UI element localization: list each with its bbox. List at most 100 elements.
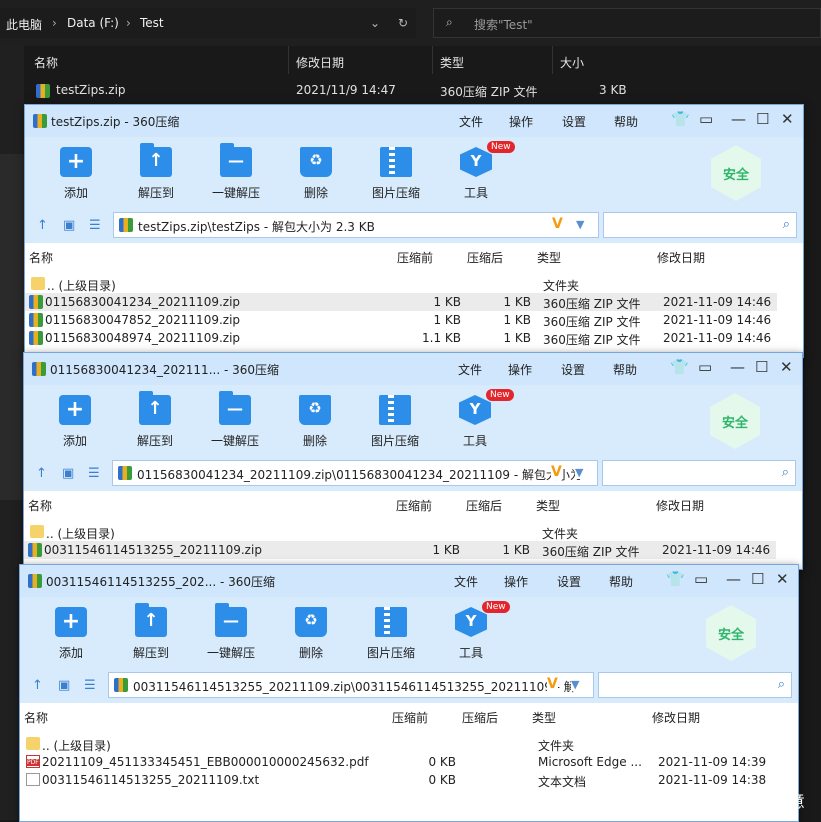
list-view-icon[interactable]: ☰ — [89, 218, 101, 233]
safe-shield-icon[interactable]: 安全 — [706, 605, 756, 661]
menu-file[interactable]: 文件 — [454, 573, 478, 590]
thumbnail-view-icon[interactable]: ▣ — [63, 218, 75, 233]
list-item[interactable]: .. (上级目录) 文件夹 — [25, 275, 803, 293]
col-date[interactable]: 修改日期 — [296, 54, 344, 71]
minimize-icon[interactable]: — — [731, 110, 746, 128]
col-after[interactable]: 压缩后 — [462, 709, 498, 726]
col-type[interactable]: 类型 — [440, 54, 464, 71]
col-before[interactable]: 压缩前 — [392, 709, 428, 726]
address-field[interactable]: 00311546114513255_20211109.zip\003115461… — [108, 672, 594, 698]
extract-to-button[interactable]: 解压到 — [116, 603, 186, 661]
skin-icon[interactable]: 👕 — [666, 570, 685, 588]
breadcrumb[interactable]: 此电脑 › Data (F:) › Test ⌄ ↻ — [0, 8, 416, 38]
tools-button[interactable]: New工具 — [440, 389, 514, 449]
col-after[interactable]: 压缩后 — [467, 249, 503, 266]
image-compress-button[interactable]: 图片压缩 — [356, 607, 426, 661]
col-after[interactable]: 压缩后 — [466, 497, 502, 514]
col-type[interactable]: 类型 — [536, 497, 560, 514]
list-item[interactable]: 01156830048974_20211109.zip 1.1 KB 1 KB … — [25, 329, 803, 347]
menu-operation[interactable]: 操作 — [504, 573, 528, 590]
col-name[interactable]: 名称 — [34, 54, 58, 71]
maximize-icon[interactable]: ☐ — [756, 110, 769, 128]
breadcrumb-folder[interactable]: Test — [140, 16, 164, 30]
feedback-icon[interactable]: ▭ — [698, 358, 712, 376]
col-type[interactable]: 类型 — [537, 249, 561, 266]
maximize-icon[interactable]: ☐ — [755, 358, 768, 376]
tools-button[interactable]: New工具 — [441, 141, 515, 201]
one-click-extract-button[interactable]: 一键解压 — [196, 603, 266, 661]
delete-button[interactable]: 删除 — [280, 395, 350, 449]
extract-to-button[interactable]: 解压到 — [120, 391, 190, 449]
explorer-file-row[interactable]: testZips.zip 2021/11/9 14:47 360压缩 ZIP 文… — [24, 78, 821, 104]
list-item[interactable]: 01156830047852_20211109.zip 1 KB 1 KB 36… — [25, 311, 803, 329]
up-arrow-icon[interactable]: ↑ — [37, 218, 48, 233]
col-before[interactable]: 压缩前 — [397, 249, 433, 266]
col-name[interactable]: 名称 — [24, 709, 48, 726]
list-item[interactable]: 00311546114513255_20211109.txt 0 KB 文本文档… — [20, 771, 798, 789]
thumbnail-view-icon[interactable]: ▣ — [58, 678, 70, 693]
close-icon[interactable]: ✕ — [780, 358, 793, 376]
col-name[interactable]: 名称 — [29, 249, 53, 266]
v-logo-icon[interactable]: V — [551, 464, 562, 480]
chevron-down-icon[interactable]: ⌄ — [370, 16, 380, 30]
dropdown-arrow-icon[interactable]: ▼ — [571, 678, 580, 691]
thumbnail-view-icon[interactable]: ▣ — [62, 466, 74, 481]
archive-search-input[interactable]: ⌕ — [598, 672, 792, 698]
col-before[interactable]: 压缩前 — [396, 497, 432, 514]
list-view-icon[interactable]: ☰ — [84, 678, 96, 693]
dropdown-arrow-icon[interactable]: ▼ — [576, 218, 584, 231]
list-item[interactable]: .. (上级目录) 文件夹 — [24, 523, 802, 541]
safe-shield-icon[interactable]: 安全 — [710, 393, 760, 449]
maximize-icon[interactable]: ☐ — [751, 570, 764, 588]
archive-search-input[interactable]: ⌕ — [603, 212, 797, 238]
delete-button[interactable]: 删除 — [276, 607, 346, 661]
feedback-icon[interactable]: ▭ — [699, 110, 713, 128]
up-arrow-icon[interactable]: ↑ — [32, 678, 43, 693]
menu-file[interactable]: 文件 — [459, 113, 483, 130]
one-click-extract-button[interactable]: 一键解压 — [201, 143, 271, 201]
skin-icon[interactable]: 👕 — [670, 358, 689, 376]
add-button[interactable]: 添加 — [41, 147, 111, 201]
v-logo-icon[interactable]: V — [552, 216, 563, 232]
extract-to-button[interactable]: 解压到 — [121, 143, 191, 201]
menu-help[interactable]: 帮助 — [613, 361, 637, 378]
dropdown-arrow-icon[interactable]: ▼ — [575, 466, 584, 479]
list-item[interactable]: .. (上级目录) 文件夹 — [20, 735, 798, 753]
list-view-icon[interactable]: ☰ — [88, 466, 100, 481]
menu-operation[interactable]: 操作 — [509, 113, 533, 130]
col-name[interactable]: 名称 — [28, 497, 52, 514]
minimize-icon[interactable]: — — [730, 358, 745, 376]
menu-file[interactable]: 文件 — [458, 361, 482, 378]
menu-settings[interactable]: 设置 — [561, 361, 585, 378]
col-size[interactable]: 大小 — [560, 54, 584, 71]
feedback-icon[interactable]: ▭ — [694, 570, 708, 588]
col-date[interactable]: 修改日期 — [652, 709, 700, 726]
image-compress-button[interactable]: 图片压缩 — [360, 395, 430, 449]
explorer-search[interactable]: ⌕ 搜索"Test" — [433, 8, 821, 38]
menu-settings[interactable]: 设置 — [562, 113, 586, 130]
address-field[interactable]: testZips.zip\testZips - 解包大小为 2.3 KB V ▼ — [113, 212, 599, 238]
close-icon[interactable]: ✕ — [776, 570, 789, 588]
tools-button[interactable]: New工具 — [436, 601, 510, 661]
breadcrumb-drive[interactable]: Data (F:) — [67, 16, 119, 30]
archive-search-input[interactable]: ⌕ — [602, 460, 796, 486]
list-item[interactable]: 20211109_451133345451_EBB000010000245632… — [20, 753, 798, 771]
menu-operation[interactable]: 操作 — [508, 361, 532, 378]
breadcrumb-this-pc[interactable]: 此电脑 — [6, 16, 42, 33]
col-date[interactable]: 修改日期 — [657, 249, 705, 266]
menu-help[interactable]: 帮助 — [614, 113, 638, 130]
list-item[interactable]: 01156830041234_20211109.zip 1 KB 1 KB 36… — [25, 293, 777, 311]
up-arrow-icon[interactable]: ↑ — [36, 466, 47, 481]
add-button[interactable]: 添加 — [40, 395, 110, 449]
image-compress-button[interactable]: 图片压缩 — [361, 147, 431, 201]
add-button[interactable]: 添加 — [36, 607, 106, 661]
safe-shield-icon[interactable]: 安全 — [711, 145, 761, 201]
menu-help[interactable]: 帮助 — [609, 573, 633, 590]
address-field[interactable]: 01156830041234_20211109.zip\011568300412… — [112, 460, 598, 486]
delete-button[interactable]: 删除 — [281, 147, 351, 201]
v-logo-icon[interactable]: V — [547, 676, 558, 692]
skin-icon[interactable]: 👕 — [671, 110, 690, 128]
minimize-icon[interactable]: — — [726, 570, 741, 588]
col-type[interactable]: 类型 — [532, 709, 556, 726]
menu-settings[interactable]: 设置 — [557, 573, 581, 590]
